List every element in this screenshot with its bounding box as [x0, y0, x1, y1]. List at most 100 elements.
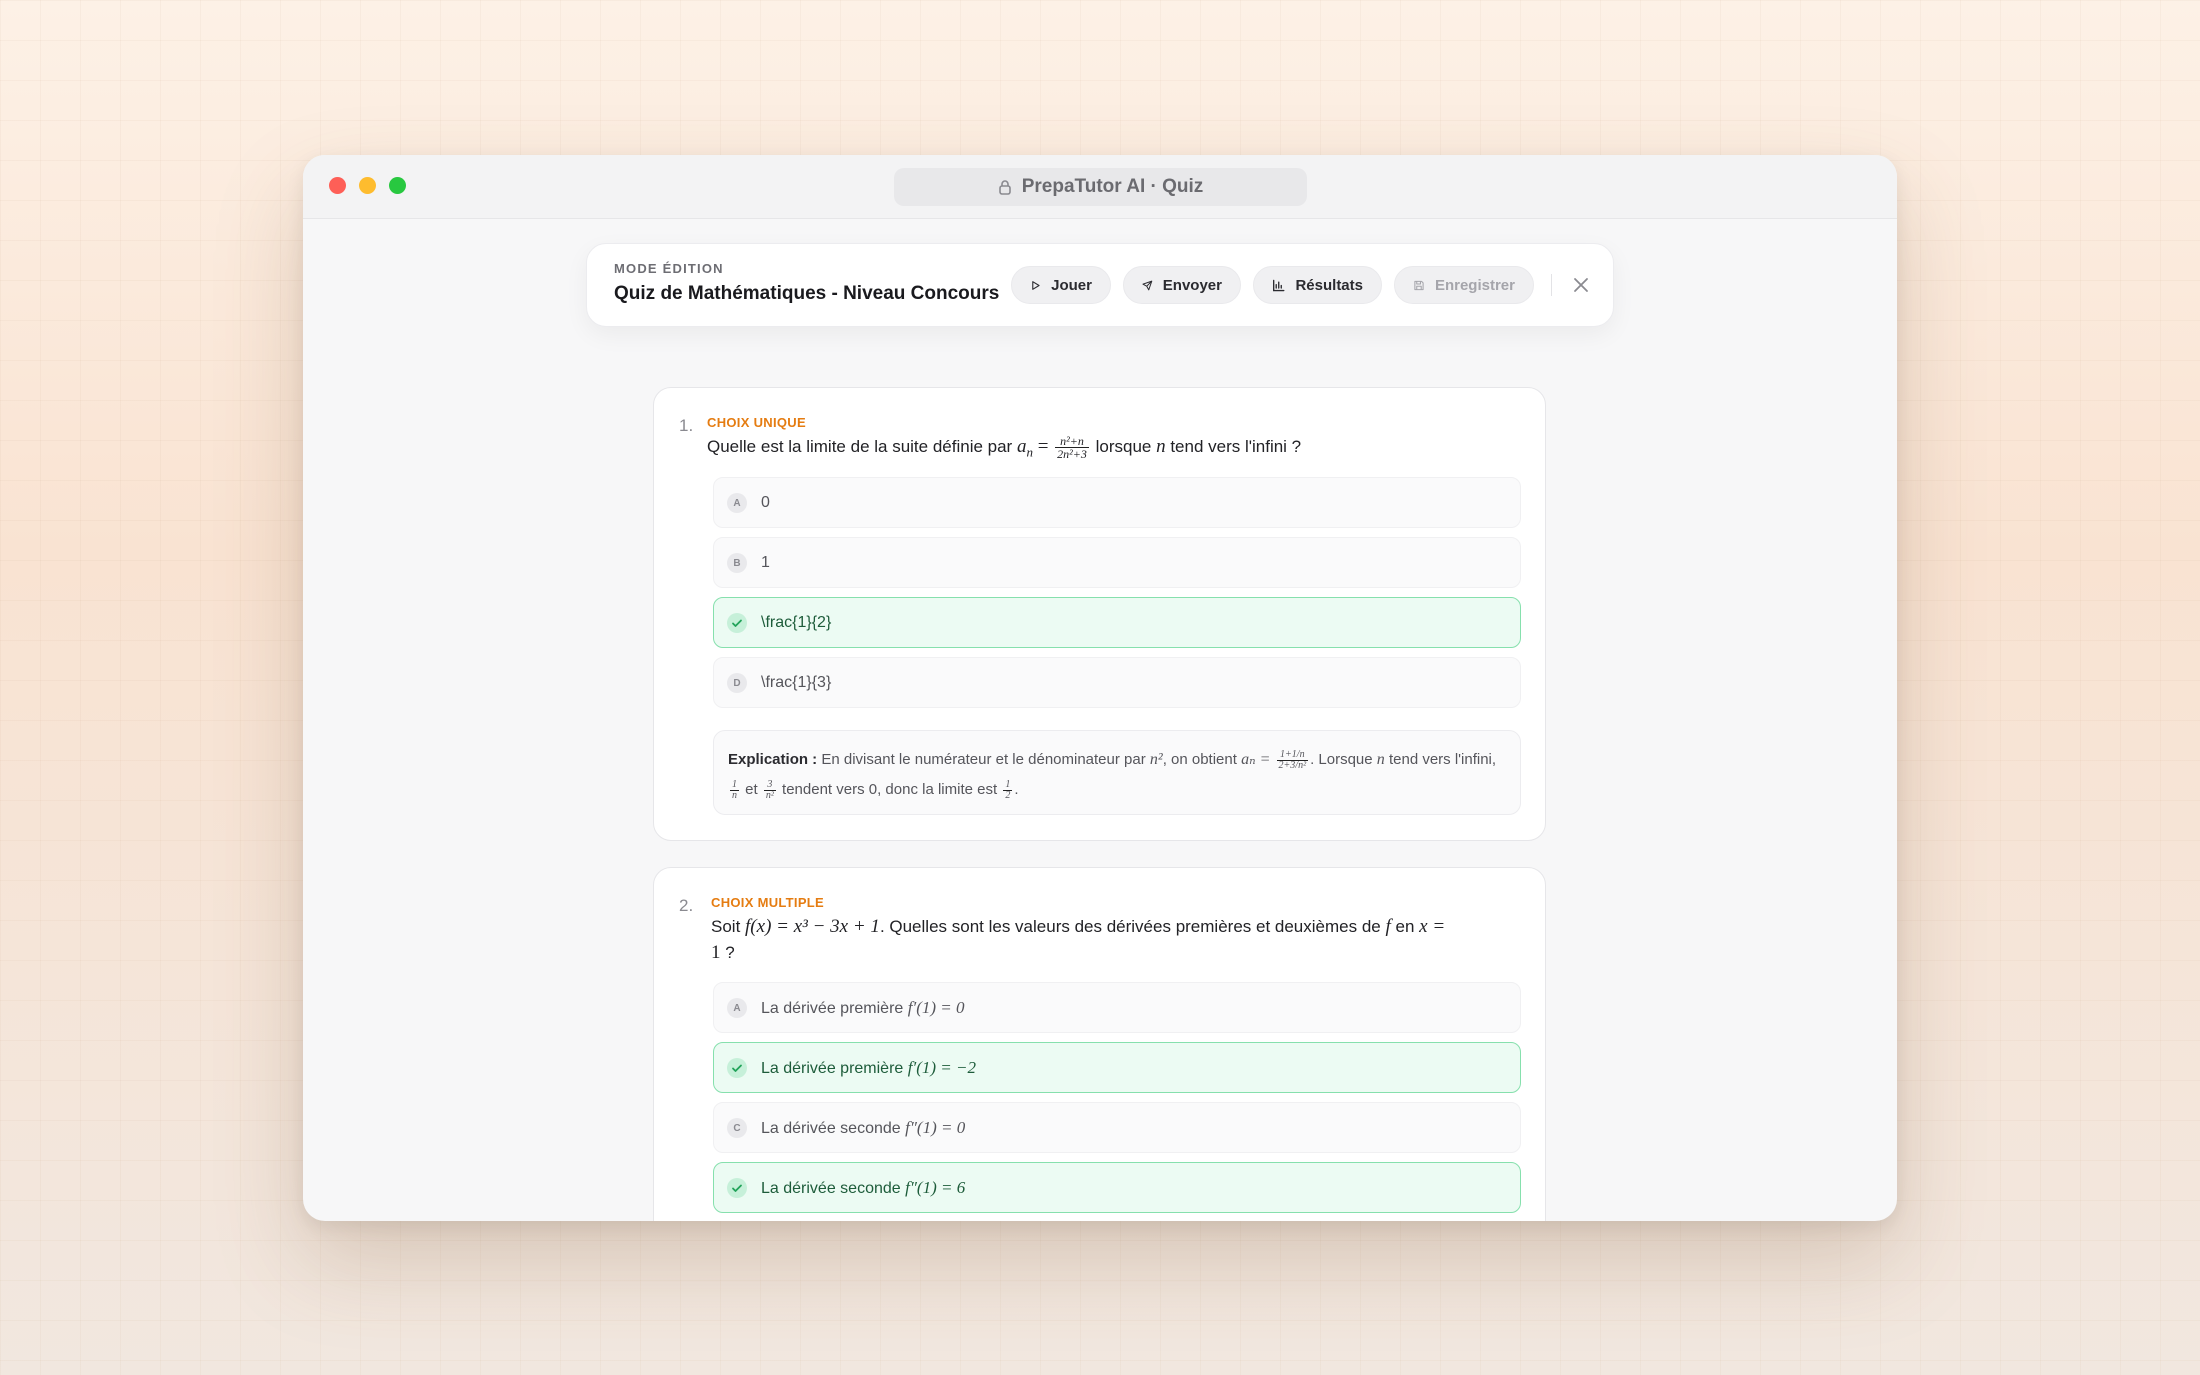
address-text: PrepaTutor AI · Quiz [1021, 176, 1204, 197]
address-bar[interactable]: PrepaTutor AI · Quiz [894, 168, 1307, 206]
results-button[interactable]: Résultats [1253, 266, 1382, 304]
save-button[interactable]: Enregistrer [1394, 266, 1534, 304]
option-letter-badge: A [727, 493, 747, 513]
math-fraction: 1n [730, 778, 739, 801]
quiz-title: Quiz de Mathématiques - Niveau Concours [614, 283, 1000, 304]
fraction-denominator: 2+3/n² [1278, 759, 1307, 771]
option-math: f″(1) = 0 [905, 1118, 966, 1137]
math-symbol: n² [1149, 751, 1163, 768]
question-text-part: lorsque [1095, 437, 1152, 456]
option-math: f′(1) = 0 [907, 998, 965, 1017]
quiz-toolbar: MODE ÉDITION Quiz de Mathématiques - Niv… [586, 243, 1614, 327]
question-text-part: en [1395, 917, 1415, 936]
question-text-part: Quelle est la limite de la suite définie… [707, 437, 1013, 456]
option-letter-badge: A [727, 998, 747, 1018]
mode-label: MODE ÉDITION [614, 261, 724, 276]
question-text: Quelle est la limite de la suite définie… [707, 434, 1527, 465]
option-label: La dérivée première [761, 1060, 904, 1077]
option-label: La dérivée seconde [761, 1120, 901, 1137]
explanation-text: tend vers [1388, 751, 1451, 768]
math-symbol: f [1385, 916, 1391, 937]
option-letter-badge: C [727, 1118, 747, 1138]
answer-option[interactable]: D \frac{1}{3} [713, 657, 1521, 708]
question-text: Soit f(x) = x³ − 3x + 1. Quelles sont le… [711, 914, 1451, 966]
fraction-denominator: n [732, 789, 737, 801]
play-button[interactable]: Jouer [1011, 266, 1111, 304]
explanation-box: Explication : En divisant le numérateur … [713, 730, 1521, 815]
math-expression: f(x) = x³ − 3x + 1 [745, 916, 880, 937]
option-letter-badge: B [727, 553, 747, 573]
question-number: 2. [679, 896, 694, 915]
math-equals: = [1037, 436, 1049, 457]
explanation-text: et [745, 781, 758, 798]
question-number: 1. [679, 416, 694, 435]
math-number: 1 [711, 942, 721, 963]
question-text-part: ? [725, 943, 735, 962]
option-letter-badge: D [727, 673, 747, 693]
send-label: Envoyer [1162, 276, 1222, 294]
option-text: 1 [761, 554, 770, 571]
explanation-text: tendent vers 0, donc la limite est [782, 781, 998, 798]
option-text: \frac{1}{3} [761, 674, 832, 691]
explanation-text: . [1014, 781, 1019, 798]
bar-chart-icon [1273, 279, 1285, 291]
answer-option[interactable]: A La dérivée première f′(1) = 0 [713, 982, 1521, 1033]
explanation-text: , on obtient [1162, 751, 1237, 768]
math-fraction: 12 [1003, 778, 1013, 801]
question-text-part: tend vers l'infini ? [1170, 437, 1302, 456]
option-math: f′(1) = −2 [907, 1058, 976, 1077]
play-label: Jouer [1051, 276, 1092, 294]
fraction-numerator: 1 [1003, 778, 1013, 791]
close-button[interactable] [1567, 271, 1595, 299]
math-fraction: 3 n² [763, 779, 776, 801]
option-label: La dérivée première [761, 1000, 904, 1017]
minimize-window-button[interactable] [359, 177, 376, 194]
fraction-denominator: n² [765, 789, 774, 801]
answer-option-correct[interactable]: La dérivée seconde f″(1) = 6 [713, 1162, 1521, 1213]
fraction-denominator: 2 [1005, 789, 1011, 801]
save-label: Enregistrer [1434, 276, 1515, 294]
option-text: \frac{1}{2} [761, 614, 832, 631]
close-window-button[interactable] [329, 177, 346, 194]
fraction-numerator: 1+1/n [1276, 749, 1309, 761]
math-subscript: n [1026, 444, 1033, 460]
answer-option[interactable]: B 1 [713, 537, 1521, 588]
question-card[interactable]: 2. CHOIX MULTIPLE Soit f(x) = x³ − 3x + … [653, 867, 1546, 1221]
browser-window: PrepaTutor AI · Quiz MODE ÉDITION Quiz d… [303, 155, 1897, 1221]
answer-option-correct[interactable]: \frac{1}{2} [713, 597, 1521, 648]
question-text-part: . Quelles sont les valeurs des dérivées … [879, 917, 1381, 936]
answer-option[interactable]: A 0 [713, 477, 1521, 528]
question-card[interactable]: 1. CHOIX UNIQUE Quelle est la limite de … [653, 387, 1546, 841]
toolbar-divider [1551, 274, 1552, 296]
option-math: f″(1) = 6 [905, 1178, 966, 1197]
close-icon [1574, 278, 1588, 292]
math-symbol: n [1156, 436, 1166, 457]
option-label: La dérivée seconde [761, 1180, 901, 1197]
lock-icon [998, 180, 1011, 195]
math-fraction: n²+n 2n²+3 [1055, 435, 1089, 460]
maximize-window-button[interactable] [389, 177, 406, 194]
option-text: La dérivée seconde f″(1) = 6 [761, 1177, 965, 1200]
explanation-text: En divisant le numérateur et le dénomina… [821, 751, 1146, 768]
option-text: 0 [761, 494, 770, 511]
results-label: Résultats [1295, 276, 1363, 294]
check-icon [727, 1058, 747, 1078]
question-text-part: Soit [711, 917, 741, 936]
question-type: CHOIX UNIQUE [707, 415, 806, 430]
option-text: La dérivée première f′(1) = 0 [761, 997, 965, 1020]
answer-option-correct[interactable]: La dérivée première f′(1) = −2 [713, 1042, 1521, 1093]
page-content: MODE ÉDITION Quiz de Mathématiques - Niv… [303, 219, 1897, 1221]
explanation-text: l'infini, [1454, 751, 1497, 768]
fraction-denominator: 2n²+3 [1057, 447, 1087, 462]
math-symbol: aₙ = [1241, 751, 1271, 768]
play-icon [1032, 280, 1040, 290]
question-type: CHOIX MULTIPLE [711, 895, 825, 910]
title-bar: PrepaTutor AI · Quiz [303, 155, 1897, 219]
math-symbol: x = [1419, 916, 1446, 937]
answer-option[interactable]: C La dérivée seconde f″(1) = 0 [713, 1102, 1521, 1153]
option-text: La dérivée première f′(1) = −2 [761, 1057, 976, 1080]
explanation-text: . Lorsque [1310, 751, 1373, 768]
send-button[interactable]: Envoyer [1123, 266, 1241, 304]
fraction-numerator: 1 [730, 778, 739, 791]
math-symbol: n [1376, 751, 1385, 768]
